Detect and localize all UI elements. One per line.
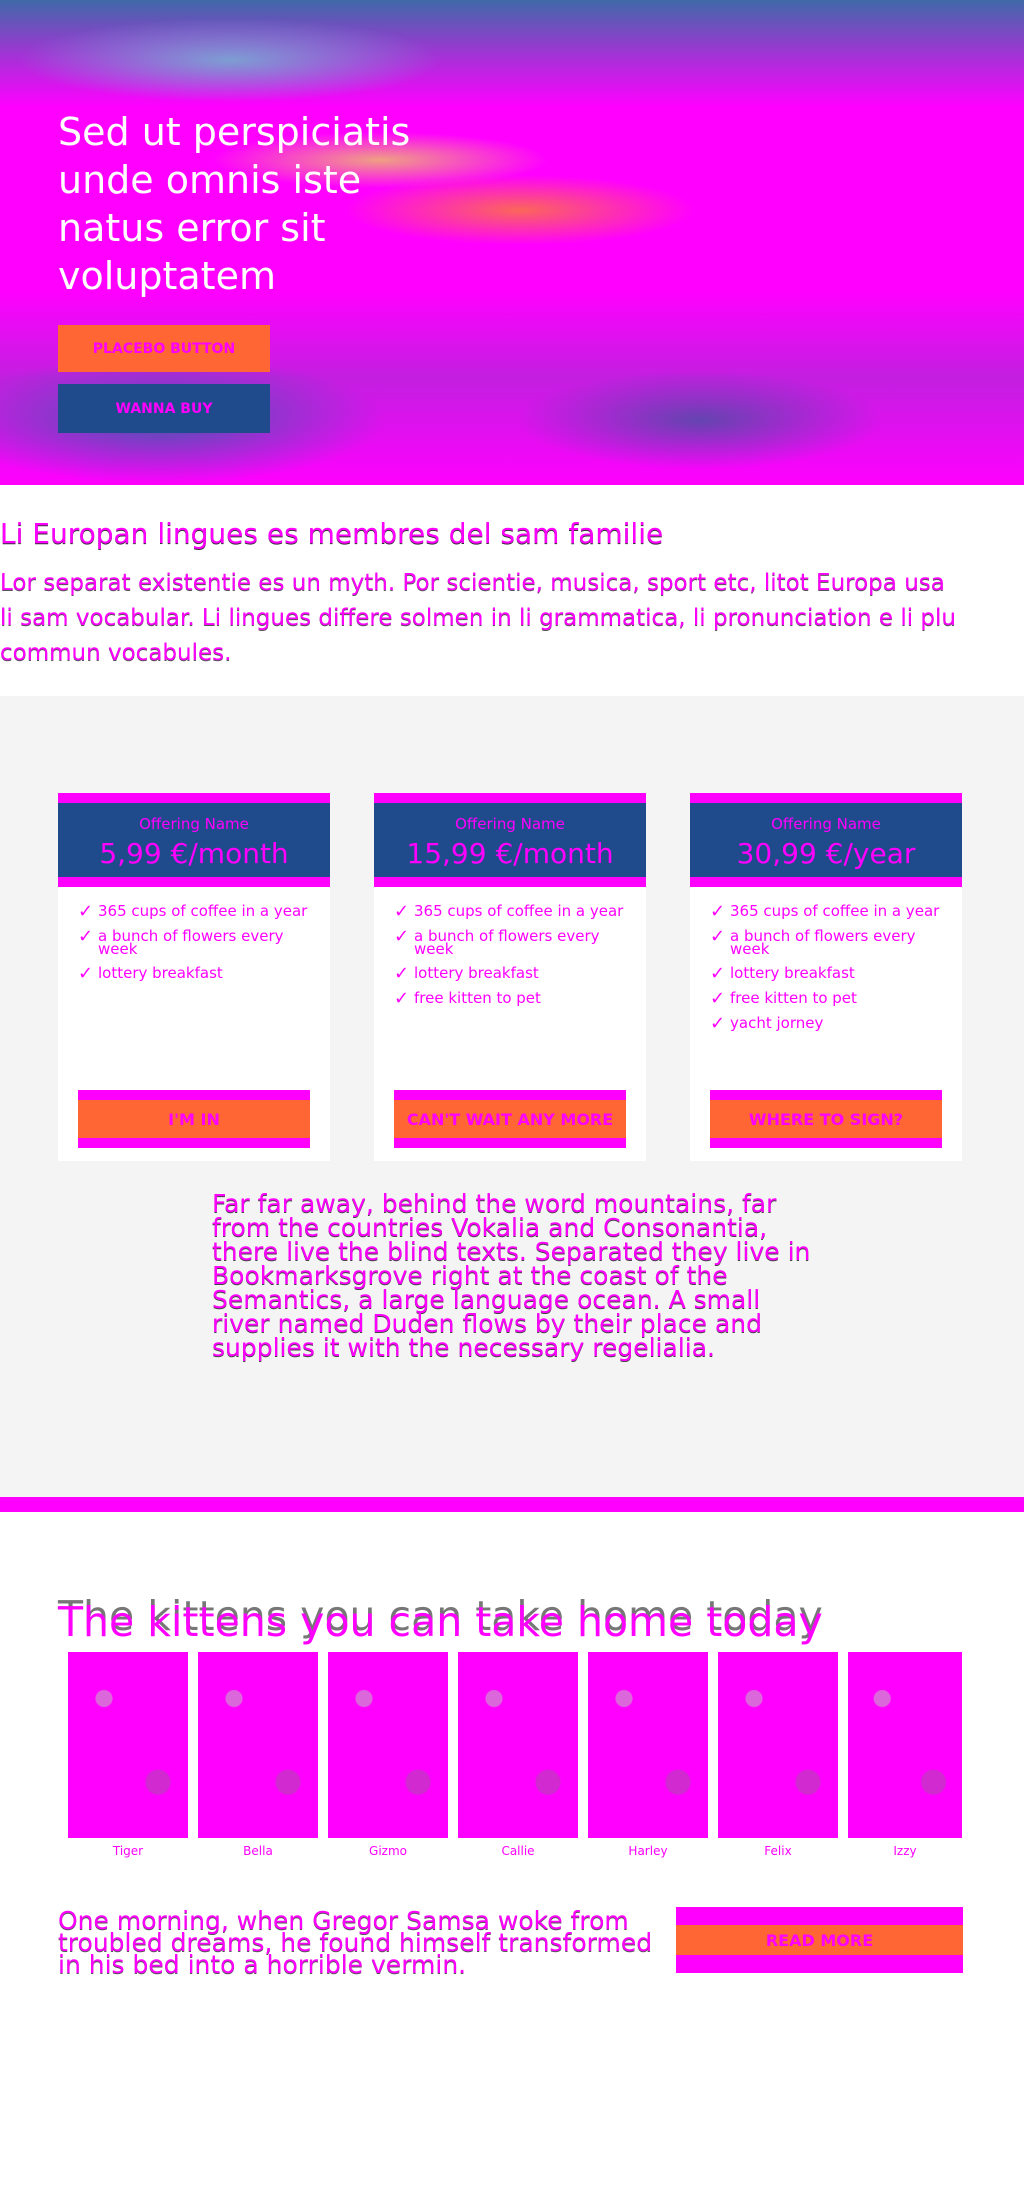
read-more-button[interactable]: READ MORE (676, 1907, 963, 1973)
checkmark-icon: ✓ (710, 963, 726, 984)
intro-heading: Li Europan lingues es membres del sam fa… (0, 517, 664, 550)
card-header: Offering Name 15,99 €/month (374, 793, 646, 887)
section-divider (0, 1497, 1024, 1512)
feature-item: ✓ a bunch of flowers every week (710, 926, 916, 958)
feature-item: ✓ lottery breakfast (394, 963, 539, 984)
kitten-name: Bella (243, 1844, 273, 1858)
kitten-name: Izzy (893, 1844, 917, 1858)
card-header: Offering Name 5,99 €/month (58, 793, 330, 887)
feature-item: ✓ free kitten to pet (710, 988, 857, 1009)
kitten-photo[interactable] (848, 1652, 962, 1838)
feature-item: ✓ free kitten to pet (394, 988, 541, 1009)
checkmark-icon: ✓ (78, 926, 94, 947)
feature-item: ✓ 365 cups of coffee in a year (710, 901, 940, 922)
checkmark-icon: ✓ (394, 988, 410, 1009)
feature-list: ✓ 365 cups of coffee in a year ✓ a bunch o… (710, 901, 950, 1042)
kitten-photo[interactable] (68, 1652, 188, 1838)
pricing-note: Far far away, behind the word mountains,… (212, 1189, 811, 1362)
pricing-card-1: Offering Name 5,99 €/month ✓ 365 cups of … (58, 793, 330, 1161)
feature-item: ✓ 365 cups of coffee in a year (394, 901, 624, 922)
feature-item: ✓ lottery breakfast (710, 963, 855, 984)
kitten-photo[interactable] (588, 1652, 708, 1838)
checkmark-icon: ✓ (710, 901, 726, 922)
cant-wait-button[interactable]: CAN'T WAIT ANY MORE (394, 1090, 626, 1148)
checkmark-icon: ✓ (78, 901, 94, 922)
kitten-photo[interactable] (458, 1652, 578, 1838)
kitten-photo[interactable] (718, 1652, 838, 1838)
kitten-card-gizmo[interactable]: Gizmo (328, 1652, 448, 1858)
checkmark-icon: ✓ (394, 926, 410, 947)
kitten-card-bella[interactable]: Bella (198, 1652, 318, 1858)
kitten-name: Gizmo (369, 1844, 407, 1858)
offering-price: 15,99 €/month (406, 837, 614, 870)
checkmark-icon: ✓ (78, 963, 94, 984)
offering-name: Offering Name (139, 815, 249, 833)
kitten-card-felix[interactable]: Felix (718, 1652, 838, 1858)
im-in-button[interactable]: I'M IN (78, 1090, 310, 1148)
checkmark-icon: ✓ (710, 926, 726, 947)
checkmark-icon: ✓ (394, 963, 410, 984)
kitten-card-harley[interactable]: Harley (588, 1652, 708, 1858)
kitten-card-callie[interactable]: Callie (458, 1652, 578, 1858)
feature-list: ✓ 365 cups of coffee in a year ✓ a bunch o… (78, 901, 318, 992)
pricing-card-3: Offering Name 30,99 €/year ✓ 365 cups of … (690, 793, 962, 1161)
feature-item: ✓ a bunch of flowers every week (394, 926, 600, 958)
kitten-name: Callie (501, 1844, 535, 1858)
offering-name: Offering Name (771, 815, 881, 833)
feature-item: ✓ a bunch of flowers every week (78, 926, 284, 958)
kitten-name: Felix (764, 1844, 792, 1858)
offering-price: 30,99 €/year (736, 837, 916, 870)
feature-list: ✓ 365 cups of coffee in a year ✓ a bunch o… (394, 901, 634, 1017)
kitten-name: Tiger (112, 1844, 144, 1858)
kitten-card-izzy[interactable]: Izzy (848, 1652, 962, 1858)
kitten-photo[interactable] (328, 1652, 448, 1838)
checkmark-icon: ✓ (710, 988, 726, 1009)
hero-title: Sed ut perspiciatis unde omnis iste natu… (58, 110, 411, 298)
placebo-button[interactable]: PLACEBO BUTTON (58, 325, 270, 372)
card-header: Offering Name 30,99 €/year (690, 793, 962, 887)
offering-price: 5,99 €/month (99, 837, 289, 870)
kitten-card-tiger[interactable]: Tiger (68, 1652, 188, 1858)
feature-item: ✓ 365 cups of coffee in a year (78, 901, 308, 922)
checkmark-icon: ✓ (710, 1013, 726, 1034)
pricing-card-2: Offering Name 15,99 €/month ✓ 365 cups of… (374, 793, 646, 1161)
checkmark-icon: ✓ (394, 901, 410, 922)
intro-text: Lor separat existentie es un myth. Por s… (0, 570, 956, 666)
hero-section: Sed ut perspiciatis unde omnis iste natu… (0, 0, 1024, 485)
kitten-photo[interactable] (198, 1652, 318, 1838)
kittens-title: The kittens you can take home today (58, 1598, 823, 1646)
offering-name: Offering Name (455, 815, 565, 833)
where-to-sign-button[interactable]: WHERE TO SIGN? (710, 1090, 942, 1148)
feature-item: ✓ lottery breakfast (78, 963, 223, 984)
wanna-buy-button[interactable]: WANNA BUY (58, 384, 270, 433)
feature-item: ✓ yacht jorney (710, 1013, 824, 1034)
kitten-name: Harley (628, 1844, 668, 1858)
bottom-text: One morning, when Gregor Samsa woke from… (58, 1906, 653, 1979)
